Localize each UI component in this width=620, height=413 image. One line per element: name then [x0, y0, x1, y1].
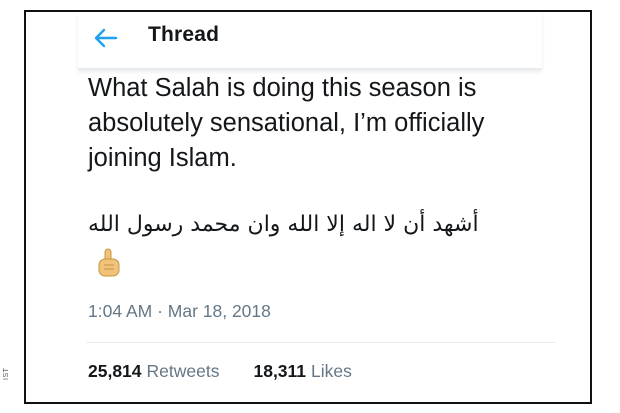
arrow-left-icon — [94, 28, 118, 48]
tweet-timestamp[interactable]: 1:04 AM · Mar 18, 2018 — [88, 301, 271, 322]
divider — [86, 342, 556, 343]
screenshot-frame: Thread What Salah is doing this season i… — [24, 10, 592, 404]
tweet-text: What Salah is doing this season is absol… — [88, 74, 485, 172]
image-credit: IST — [3, 367, 10, 380]
tweet-arabic-text: أشهد أن لا اله إلا الله وان محمد رسول ال… — [88, 212, 479, 237]
thread-header: Thread — [78, 12, 542, 70]
tweet-stats: 25,814 Retweets 18,311 Likes — [88, 361, 352, 382]
retweets-stat[interactable]: 25,814 Retweets — [88, 361, 219, 382]
likes-label: Likes — [311, 361, 352, 381]
page-title: Thread — [148, 23, 220, 46]
back-button[interactable] — [92, 26, 118, 50]
index-pointing-up-icon — [98, 248, 120, 277]
retweets-label: Retweets — [146, 361, 220, 381]
likes-count: 18,311 — [253, 361, 307, 381]
tweet-arabic-block: أشهد أن لا اله إلا الله وان محمد رسول ال… — [88, 210, 528, 290]
retweets-count: 25,814 — [88, 361, 142, 381]
likes-stat[interactable]: 18,311 Likes — [253, 361, 351, 382]
